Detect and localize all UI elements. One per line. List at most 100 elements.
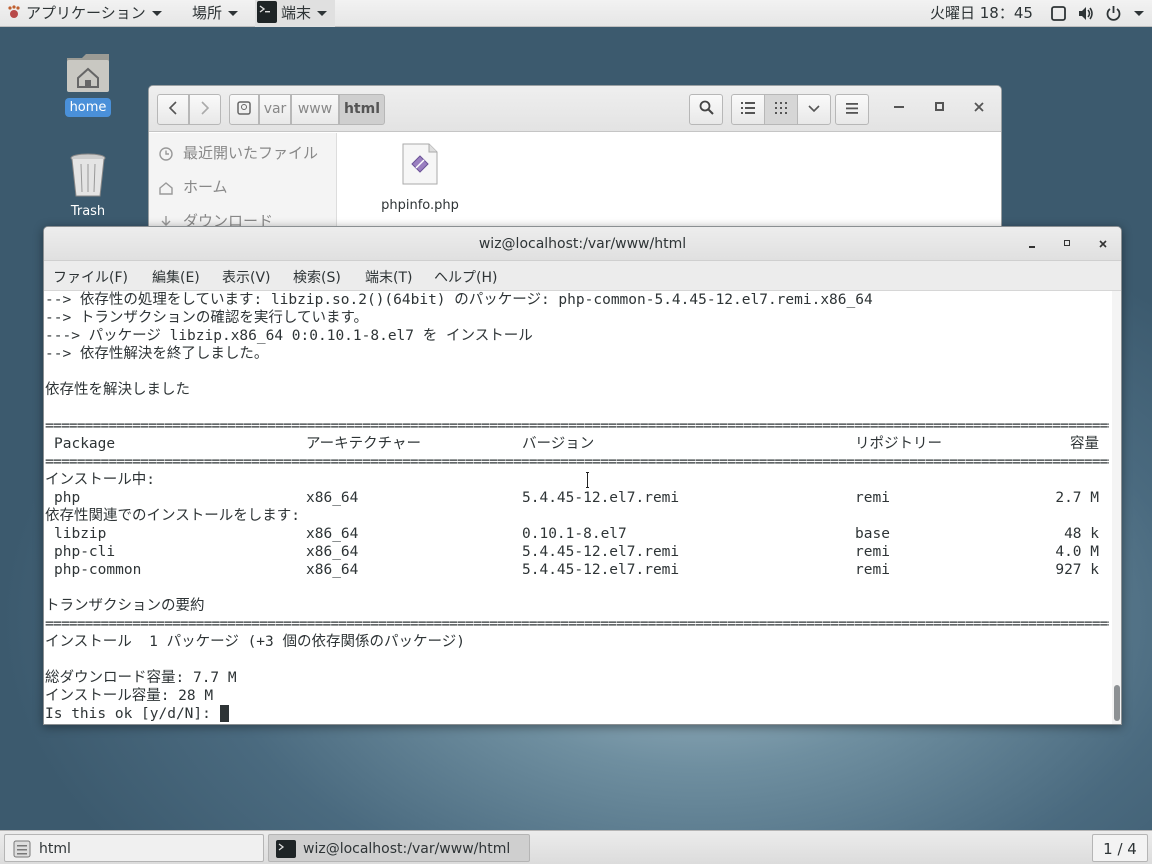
cell-arch: x86_64 [306,544,359,560]
chevron-down-icon [228,11,239,16]
download-size: 総ダウンロード容量: 7.7 M [45,670,237,686]
desktop-home-icon[interactable]: home [60,50,116,117]
table-row: php x86_64 5.4.45-12.el7.remi remi 2.7 M [45,489,1109,507]
table-row: php-cli x86_64 5.4.45-12.el7.remi remi 4… [45,543,1109,561]
chevron-down-icon [317,11,328,16]
grid-view-button[interactable] [764,94,798,125]
applications-label: アプリケーション [26,4,146,22]
sidebar-item-label: ホーム [183,178,228,196]
chevron-down-icon [151,11,162,16]
applications-menu[interactable]: アプリケーション [6,0,162,27]
col-package: Package [54,436,116,452]
maximize-button[interactable] [1057,227,1077,261]
task-label: wiz@localhost:/var/www/html [303,841,511,857]
php-file-icon [402,143,438,185]
scrollbar[interactable] [1112,291,1121,724]
scrollbar-thumb[interactable] [1114,685,1120,721]
terminal-output[interactable]: --> 依存性の処理をしています: libzip.so.2()(64bit) の… [45,291,1109,724]
minimize-button[interactable] [894,106,904,108]
prompt-text: Is this ok [y/d/N]: [45,706,220,722]
separator-line: ========================================… [45,418,1109,434]
forward-button[interactable] [189,94,221,125]
menu-help[interactable]: ヘルプ(H) [434,267,497,287]
task-terminal[interactable]: wiz@localhost:/var/www/html [268,834,530,862]
hamburger-icon [846,103,858,114]
workspace-switcher[interactable]: 1 / 4 [1092,834,1148,862]
clock[interactable]: 火曜日 18：45 [930,0,1033,27]
terminal-app-menu[interactable]: 端末 [255,0,336,27]
terminal-window: wiz@localhost:/var/www/html ファイル(F) 編集(E… [43,226,1122,725]
cell-package: php-common [54,562,142,578]
cell-version: 0.10.1-8.el7 [522,526,627,542]
output-line: ---> パッケージ libzip.x86_64 0:0.10.1-8.el7 … [45,328,533,344]
maximize-button[interactable] [935,102,944,111]
terminal-app-label: 端末 [281,4,312,22]
cell-version: 5.4.45-12.el7.remi [522,544,680,560]
list-view-button[interactable] [731,94,765,125]
close-button[interactable] [1093,227,1113,261]
cell-arch: x86_64 [306,562,359,578]
menu-edit[interactable]: 編集(E) [152,267,200,287]
separator-line: ========================================… [45,616,1109,632]
file-item-phpinfo[interactable]: phpinfo.php [375,142,465,213]
view-options-button[interactable] [797,94,831,125]
window-list-panel: html wiz@localhost:/var/www/html 1 / 4 [0,830,1152,864]
file-manager-headerbar: var www html [149,86,1001,132]
file-name: phpinfo.php [381,198,459,213]
close-icon [1099,240,1107,248]
col-arch: アーキテクチャー [306,436,421,452]
trash-icon [70,153,106,197]
sidebar-item-label: 最近開いたファイル [183,144,319,162]
section-deps: 依存性関連でのインストールをします: [45,508,300,524]
places-menu[interactable]: 場所 [192,0,239,27]
table-row: libzip x86_64 0.10.1-8.el7 base 48 k [45,525,1109,543]
desktop-trash-icon[interactable]: Trash [60,152,116,221]
cell-package: php [54,490,81,506]
output-line: --> トランザクションの確認を実行しています。 [45,310,369,326]
back-button[interactable] [157,94,189,125]
sidebar-item-recent[interactable]: 最近開いたファイル [159,141,318,165]
top-panel: アプリケーション 場所 端末 火曜日 18：45 [0,0,1152,27]
menu-view[interactable]: 表示(V) [222,267,271,287]
file-manager-sidebar: 最近開いたファイル ホーム ダウンロード [149,133,337,234]
breadcrumb-www[interactable]: www [291,94,339,125]
screen-icon[interactable] [1050,5,1067,22]
cell-package: php-cli [54,544,116,560]
file-manager-window: var www html 最近開いたファイル ホーム ダウンロード phpinf… [148,85,1002,235]
task-html[interactable]: html [4,834,264,862]
install-size: インストール容量: 28 M [45,688,214,704]
col-version: バージョン [522,436,595,452]
minimize-button[interactable] [1022,227,1042,261]
sidebar-item-home[interactable]: ホーム [159,175,228,199]
menu-file[interactable]: ファイル(F) [53,267,128,287]
menu-search[interactable]: 検索(S) [293,267,341,287]
breadcrumb-var[interactable]: var [259,94,291,125]
cell-size: 48 k [1064,526,1099,542]
power-icon[interactable] [1105,5,1122,22]
search-button[interactable] [689,94,723,125]
volume-icon[interactable] [1077,5,1094,22]
terminal-title: wiz@localhost:/var/www/html [478,236,687,252]
chevron-right-icon [201,101,210,115]
menu-button[interactable] [835,94,869,125]
search-icon [699,100,714,115]
terminal-titlebar: wiz@localhost:/var/www/html [44,227,1121,261]
breadcrumb-root[interactable] [229,94,259,125]
home-label: home [64,98,112,117]
output-line: --> 依存性の処理をしています: libzip.so.2()(64bit) の… [45,292,873,308]
cell-version: 5.4.45-12.el7.remi [522,562,680,578]
menu-terminal[interactable]: 端末(T) [365,267,412,287]
cell-size: 927 k [1055,562,1099,578]
close-icon[interactable] [974,102,984,112]
summary-title: トランザクションの要約 [45,598,205,614]
cell-arch: x86_64 [306,526,359,542]
chevron-down-icon [808,105,820,113]
terminal-menubar: ファイル(F) 編集(E) 表示(V) 検索(S) 端末(T) ヘルプ(H) [44,261,1121,291]
system-menu-chevron-icon[interactable] [1134,11,1144,16]
home-folder-icon [67,54,109,92]
breadcrumb-html[interactable]: html [339,94,385,125]
